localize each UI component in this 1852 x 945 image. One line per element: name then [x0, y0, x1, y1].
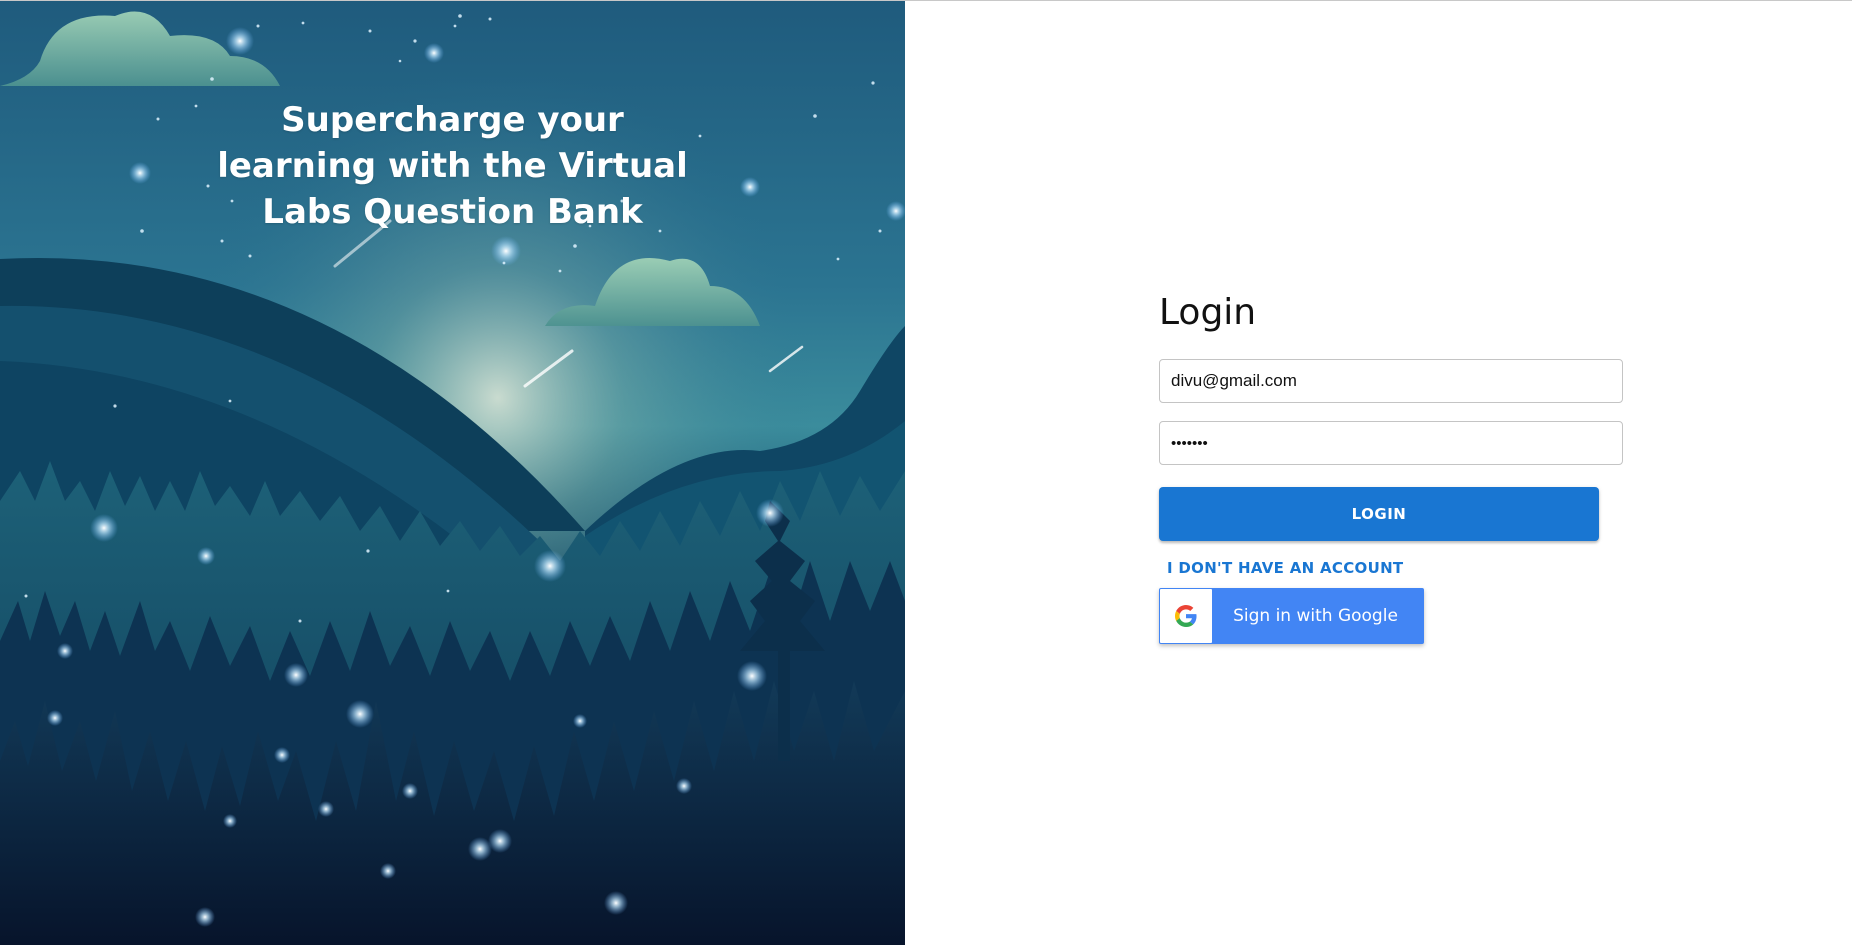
login-page: Supercharge your learning with the Virtu… [0, 0, 1852, 945]
google-sign-in-label: Sign in with Google [1233, 606, 1398, 626]
login-form: Login LOGIN I DON'T HAVE AN ACCOUNT Sign… [1159, 291, 1625, 644]
google-sign-in-button[interactable]: Sign in with Google [1159, 588, 1424, 644]
password-field[interactable] [1159, 421, 1623, 465]
google-g-icon [1160, 589, 1212, 643]
login-button[interactable]: LOGIN [1159, 487, 1599, 541]
hero-headline: Supercharge your learning with the Virtu… [217, 100, 688, 232]
login-title: Login [1159, 292, 1257, 333]
hero-illustration: Supercharge your learning with the Virtu… [0, 1, 905, 945]
no-account-link[interactable]: I DON'T HAVE AN ACCOUNT [1167, 559, 1403, 577]
email-field[interactable] [1159, 359, 1623, 403]
